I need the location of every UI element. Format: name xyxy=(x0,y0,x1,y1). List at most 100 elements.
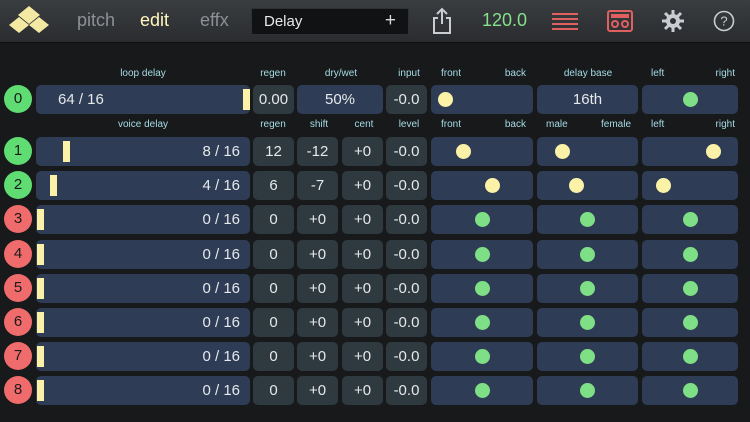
voice-regen-field[interactable]: 0 xyxy=(253,376,294,405)
front-back-pan[interactable] xyxy=(431,274,533,303)
pan-dot[interactable] xyxy=(682,349,698,364)
cent-field[interactable]: +0 xyxy=(342,171,383,200)
voice-delay-slider[interactable]: 0 / 16 xyxy=(36,376,250,405)
delay-handle[interactable] xyxy=(62,141,70,162)
cent-field[interactable]: +0 xyxy=(342,274,383,303)
shift-field[interactable]: +0 xyxy=(297,376,338,405)
delay-handle[interactable] xyxy=(37,312,44,333)
front-back-pan[interactable] xyxy=(431,205,533,234)
gear-icon[interactable] xyxy=(661,9,685,33)
loop-track-badge[interactable]: 0 xyxy=(4,85,32,113)
pan-dot[interactable] xyxy=(474,383,490,398)
pan-dot[interactable] xyxy=(580,315,595,330)
male-female-pan[interactable] xyxy=(537,205,638,234)
voice-delay-slider[interactable]: 0 / 16 xyxy=(36,240,250,269)
cent-field[interactable]: +0 xyxy=(342,342,383,371)
left-right-pan[interactable] xyxy=(642,274,738,303)
preset-selector[interactable]: Delay + xyxy=(251,8,409,35)
delay-handle[interactable] xyxy=(243,89,250,110)
voice-regen-field[interactable]: 0 xyxy=(253,308,294,337)
voice-delay-slider[interactable]: 0 / 16 xyxy=(36,308,250,337)
shift-field[interactable]: +0 xyxy=(297,308,338,337)
male-female-pan[interactable] xyxy=(537,274,638,303)
loop-front-back-pan[interactable] xyxy=(431,85,533,114)
voice-track-badge[interactable]: 8 xyxy=(4,376,32,404)
pan-dot[interactable] xyxy=(580,349,595,364)
cent-field[interactable]: +0 xyxy=(342,205,383,234)
shift-field[interactable]: +0 xyxy=(297,205,338,234)
voice-track-badge[interactable]: 1 xyxy=(4,137,32,165)
pan-dot[interactable] xyxy=(474,247,490,262)
voice-regen-field[interactable]: 0 xyxy=(253,205,294,234)
tab-pitch[interactable]: pitch xyxy=(77,10,115,31)
cent-field[interactable]: +0 xyxy=(342,308,383,337)
left-right-pan[interactable] xyxy=(642,137,738,166)
pan-dot[interactable] xyxy=(438,92,453,107)
pan-dot[interactable] xyxy=(682,247,698,262)
pan-dot[interactable] xyxy=(682,92,698,107)
shift-field[interactable]: -7 xyxy=(297,171,338,200)
delay-handle[interactable] xyxy=(37,380,44,401)
pan-dot[interactable] xyxy=(554,144,570,159)
tempo-display[interactable]: 120.0 xyxy=(482,10,527,31)
pan-dot[interactable] xyxy=(580,383,595,398)
level-field[interactable]: -0.0 xyxy=(386,240,427,269)
pan-dot[interactable] xyxy=(474,281,490,296)
delay-handle[interactable] xyxy=(37,244,44,265)
tape-recorder-icon[interactable] xyxy=(607,10,633,32)
voice-track-badge[interactable]: 2 xyxy=(4,171,32,199)
voice-delay-slider[interactable]: 8 / 16 xyxy=(36,137,250,166)
shift-field[interactable]: +0 xyxy=(297,342,338,371)
pan-dot[interactable] xyxy=(682,212,698,227)
input-level-field[interactable]: -0.0 xyxy=(386,85,427,114)
male-female-pan[interactable] xyxy=(537,308,638,337)
pan-dot[interactable] xyxy=(474,349,490,364)
front-back-pan[interactable] xyxy=(431,308,533,337)
pan-dot[interactable] xyxy=(569,178,585,193)
left-right-pan[interactable] xyxy=(642,342,738,371)
help-icon[interactable]: ? xyxy=(713,10,735,32)
left-right-pan[interactable] xyxy=(642,171,738,200)
mixer-lines-icon[interactable] xyxy=(552,12,578,30)
voice-delay-slider[interactable]: 4 / 16 xyxy=(36,171,250,200)
level-field[interactable]: -0.0 xyxy=(386,171,427,200)
pan-dot[interactable] xyxy=(485,178,501,193)
delay-handle[interactable] xyxy=(37,346,44,367)
front-back-pan[interactable] xyxy=(431,342,533,371)
level-field[interactable]: -0.0 xyxy=(386,342,427,371)
voice-regen-field[interactable]: 0 xyxy=(253,240,294,269)
male-female-pan[interactable] xyxy=(537,171,638,200)
shift-field[interactable]: +0 xyxy=(297,240,338,269)
front-back-pan[interactable] xyxy=(431,171,533,200)
level-field[interactable]: -0.0 xyxy=(386,137,427,166)
share-icon[interactable] xyxy=(431,7,453,35)
front-back-pan[interactable] xyxy=(431,376,533,405)
left-right-pan[interactable] xyxy=(642,205,738,234)
front-back-pan[interactable] xyxy=(431,137,533,166)
delay-handle[interactable] xyxy=(37,278,44,299)
voice-delay-slider[interactable]: 0 / 16 xyxy=(36,274,250,303)
voice-track-badge[interactable]: 7 xyxy=(4,342,32,370)
delay-handle[interactable] xyxy=(37,209,44,230)
pan-dot[interactable] xyxy=(682,281,698,296)
pan-dot[interactable] xyxy=(580,212,595,227)
voice-delay-slider[interactable]: 0 / 16 xyxy=(36,205,250,234)
male-female-pan[interactable] xyxy=(537,240,638,269)
pan-dot[interactable] xyxy=(655,178,671,193)
voice-regen-field[interactable]: 0 xyxy=(253,274,294,303)
pan-dot[interactable] xyxy=(682,383,698,398)
pan-dot[interactable] xyxy=(456,144,472,159)
voice-delay-slider[interactable]: 0 / 16 xyxy=(36,342,250,371)
pan-dot[interactable] xyxy=(580,281,595,296)
level-field[interactable]: -0.0 xyxy=(386,205,427,234)
voice-regen-field[interactable]: 0 xyxy=(253,342,294,371)
male-female-pan[interactable] xyxy=(537,137,638,166)
pan-dot[interactable] xyxy=(705,144,721,159)
level-field[interactable]: -0.0 xyxy=(386,376,427,405)
voice-track-badge[interactable]: 6 xyxy=(4,308,32,336)
pan-dot[interactable] xyxy=(474,212,490,227)
add-preset-button[interactable]: + xyxy=(385,10,396,32)
shift-field[interactable]: -12 xyxy=(297,137,338,166)
front-back-pan[interactable] xyxy=(431,240,533,269)
pan-dot[interactable] xyxy=(474,315,490,330)
